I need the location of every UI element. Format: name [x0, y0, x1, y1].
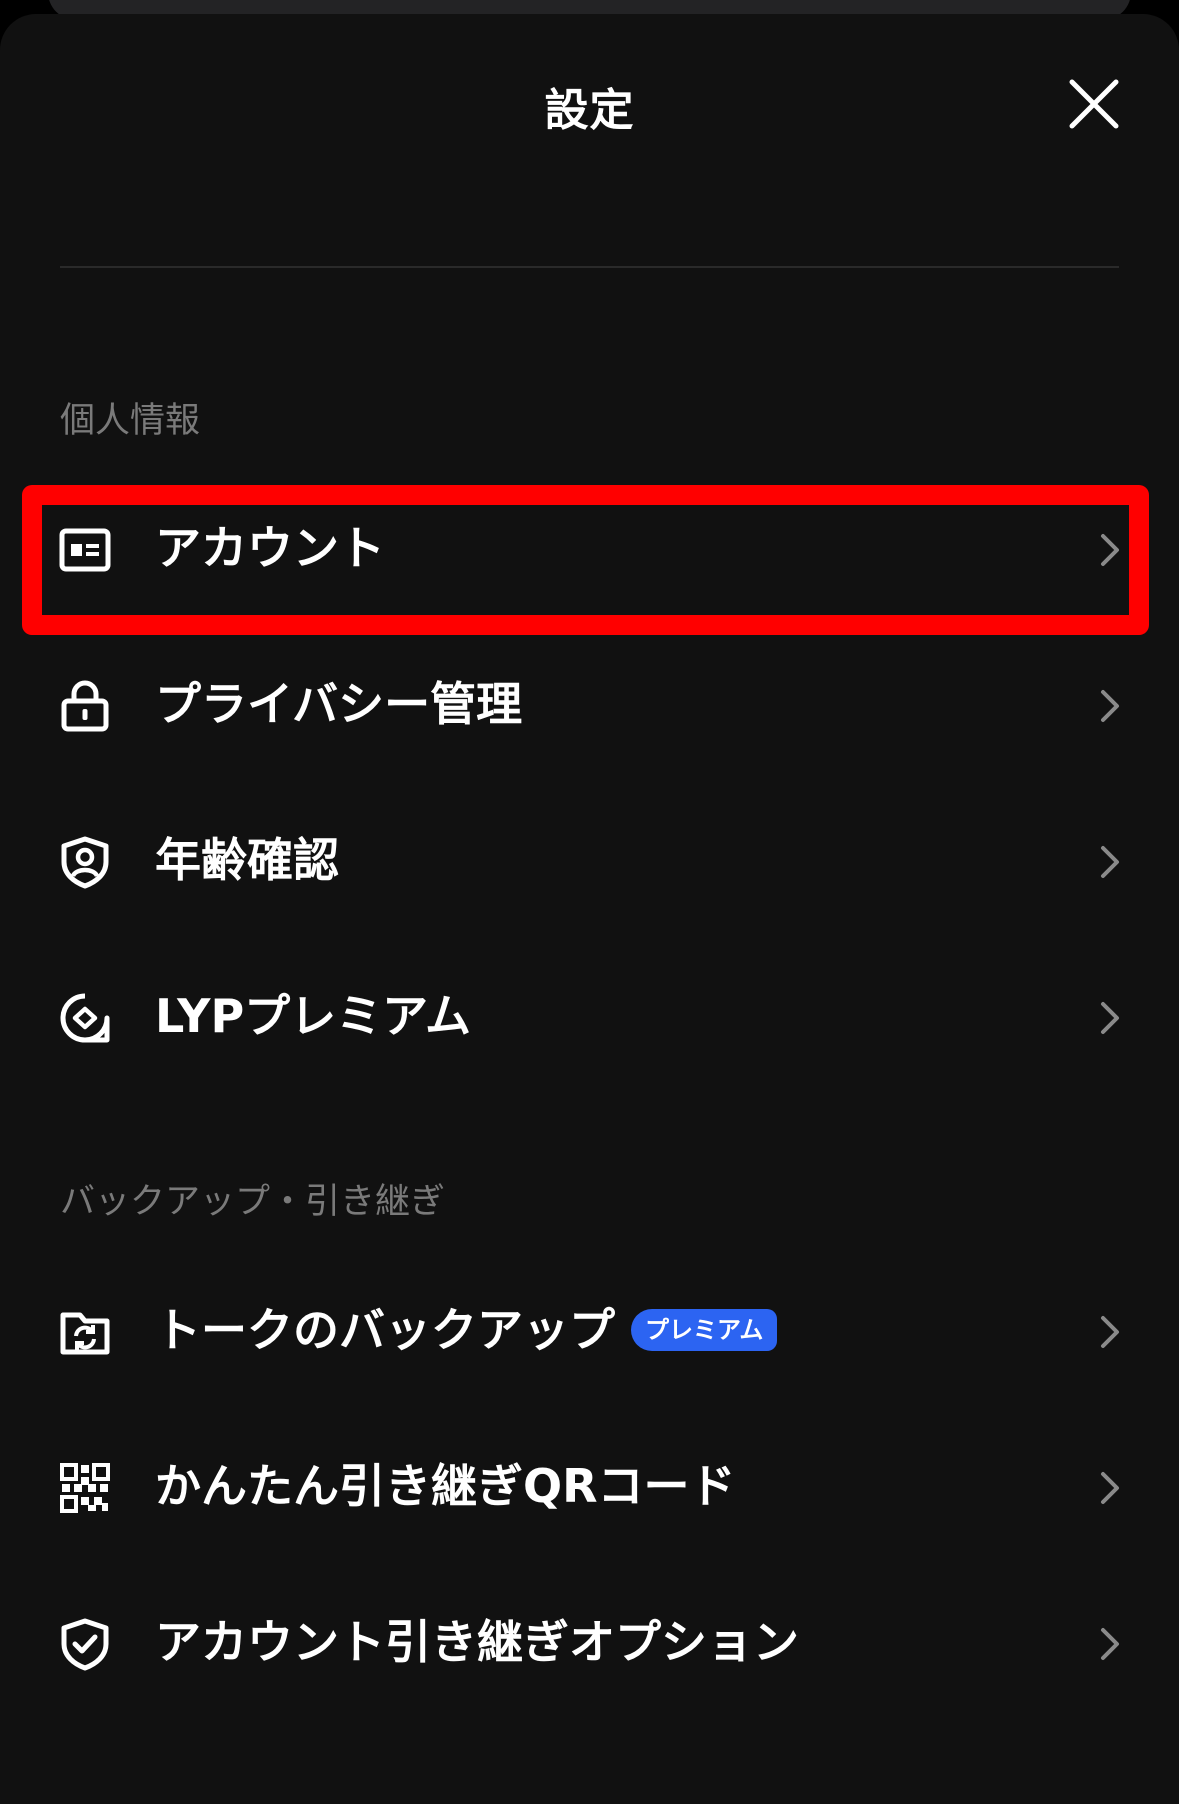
chevron-right-icon [1101, 1472, 1119, 1504]
chevron-right-icon [1101, 846, 1119, 878]
settings-item-talk-backup[interactable]: トークのバックアップ プレミアム [0, 1265, 1179, 1395]
settings-item-label: 年齢確認 [155, 833, 339, 887]
settings-item-label: アカウント引き継ぎオプション [155, 1615, 799, 1669]
chevron-right-icon [1101, 1628, 1119, 1660]
settings-item-easy-transfer-qr[interactable]: かんたん引き継ぎQRコード [0, 1421, 1179, 1551]
id-card-icon [59, 528, 111, 572]
settings-sheet: 設定 個人情報 アカウント プライバシー管理 年齢確認 LYPプレミアム バック… [0, 14, 1179, 1804]
screen: 設定 個人情報 アカウント プライバシー管理 年齢確認 LYPプレミアム バック… [0, 0, 1179, 1804]
close-button[interactable] [1066, 76, 1122, 132]
sheet-header: 設定 [0, 14, 1179, 204]
premium-badge: プレミアム [631, 1308, 778, 1351]
chevron-right-icon [1101, 1002, 1119, 1034]
section-label-personal-info: 個人情報 [60, 401, 201, 441]
shield-check-icon [61, 1618, 109, 1671]
age-verification-shield-icon [61, 836, 109, 889]
settings-item-account-transfer-options[interactable]: アカウント引き継ぎオプション [0, 1577, 1179, 1707]
header-divider [60, 266, 1119, 268]
settings-item-lyp-premium[interactable]: LYPプレミアム [0, 951, 1179, 1081]
folder-sync-icon [60, 1312, 110, 1355]
lyp-premium-icon [60, 993, 110, 1043]
qr-code-icon [60, 1463, 110, 1513]
settings-item-label: トークのバックアップ [155, 1303, 615, 1357]
page-title: 設定 [544, 85, 635, 136]
section-label-backup-transfer: バックアップ・引き継ぎ [60, 1182, 446, 1222]
settings-item-label: かんたん引き継ぎQRコード [155, 1459, 736, 1513]
settings-item-label: アカウント [155, 521, 385, 575]
chevron-right-icon [1101, 690, 1119, 722]
settings-item-label: プライバシー管理 [155, 677, 523, 731]
close-icon [1069, 79, 1119, 129]
settings-item-privacy[interactable]: プライバシー管理 [0, 639, 1179, 769]
settings-item-age-verification[interactable]: 年齢確認 [0, 795, 1179, 925]
settings-item-account[interactable]: アカウント [0, 483, 1179, 613]
settings-item-label-wrap: トークのバックアップ プレミアム [155, 1265, 778, 1395]
chevron-right-icon [1101, 1316, 1119, 1348]
chevron-right-icon [1101, 534, 1119, 566]
settings-item-label: LYPプレミアム [155, 989, 471, 1043]
lock-icon [61, 680, 109, 732]
